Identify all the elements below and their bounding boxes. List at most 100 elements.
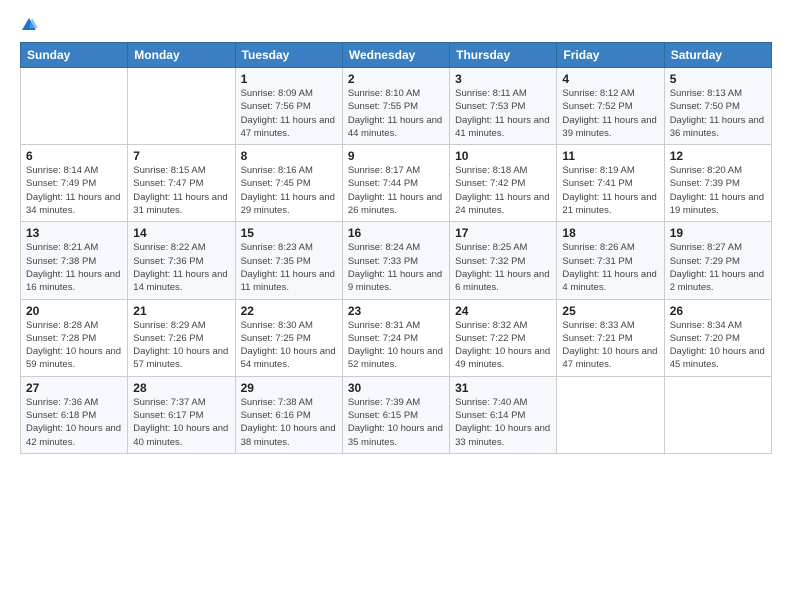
- col-saturday: Saturday: [664, 43, 771, 68]
- day-number: 31: [455, 381, 551, 395]
- day-info: Sunrise: 8:16 AMSunset: 7:45 PMDaylight:…: [241, 164, 337, 217]
- calendar-table: Sunday Monday Tuesday Wednesday Thursday…: [20, 42, 772, 454]
- day-info: Sunrise: 7:36 AMSunset: 6:18 PMDaylight:…: [26, 396, 122, 449]
- col-thursday: Thursday: [450, 43, 557, 68]
- day-number: 17: [455, 226, 551, 240]
- calendar-cell: 12Sunrise: 8:20 AMSunset: 7:39 PMDayligh…: [664, 145, 771, 222]
- day-info: Sunrise: 8:32 AMSunset: 7:22 PMDaylight:…: [455, 319, 551, 372]
- day-number: 4: [562, 72, 658, 86]
- calendar-cell: 31Sunrise: 7:40 AMSunset: 6:14 PMDayligh…: [450, 376, 557, 453]
- calendar-cell: 28Sunrise: 7:37 AMSunset: 6:17 PMDayligh…: [128, 376, 235, 453]
- day-number: 24: [455, 304, 551, 318]
- day-info: Sunrise: 8:15 AMSunset: 7:47 PMDaylight:…: [133, 164, 229, 217]
- header-row: Sunday Monday Tuesday Wednesday Thursday…: [21, 43, 772, 68]
- page: Sunday Monday Tuesday Wednesday Thursday…: [0, 0, 792, 612]
- calendar-week-3: 13Sunrise: 8:21 AMSunset: 7:38 PMDayligh…: [21, 222, 772, 299]
- day-info: Sunrise: 8:13 AMSunset: 7:50 PMDaylight:…: [670, 87, 766, 140]
- calendar-cell: 5Sunrise: 8:13 AMSunset: 7:50 PMDaylight…: [664, 68, 771, 145]
- day-number: 7: [133, 149, 229, 163]
- day-number: 16: [348, 226, 444, 240]
- day-info: Sunrise: 7:38 AMSunset: 6:16 PMDaylight:…: [241, 396, 337, 449]
- day-number: 11: [562, 149, 658, 163]
- day-number: 3: [455, 72, 551, 86]
- day-info: Sunrise: 8:26 AMSunset: 7:31 PMDaylight:…: [562, 241, 658, 294]
- day-info: Sunrise: 8:30 AMSunset: 7:25 PMDaylight:…: [241, 319, 337, 372]
- day-info: Sunrise: 8:25 AMSunset: 7:32 PMDaylight:…: [455, 241, 551, 294]
- day-number: 21: [133, 304, 229, 318]
- day-number: 19: [670, 226, 766, 240]
- calendar-cell: 8Sunrise: 8:16 AMSunset: 7:45 PMDaylight…: [235, 145, 342, 222]
- day-info: Sunrise: 8:14 AMSunset: 7:49 PMDaylight:…: [26, 164, 122, 217]
- day-number: 15: [241, 226, 337, 240]
- calendar-cell: 21Sunrise: 8:29 AMSunset: 7:26 PMDayligh…: [128, 299, 235, 376]
- calendar-cell: [21, 68, 128, 145]
- calendar-cell: 14Sunrise: 8:22 AMSunset: 7:36 PMDayligh…: [128, 222, 235, 299]
- header: [20, 16, 772, 34]
- col-sunday: Sunday: [21, 43, 128, 68]
- day-number: 2: [348, 72, 444, 86]
- day-number: 18: [562, 226, 658, 240]
- day-number: 28: [133, 381, 229, 395]
- day-info: Sunrise: 8:20 AMSunset: 7:39 PMDaylight:…: [670, 164, 766, 217]
- calendar-week-1: 1Sunrise: 8:09 AMSunset: 7:56 PMDaylight…: [21, 68, 772, 145]
- day-info: Sunrise: 8:11 AMSunset: 7:53 PMDaylight:…: [455, 87, 551, 140]
- col-friday: Friday: [557, 43, 664, 68]
- calendar-cell: 15Sunrise: 8:23 AMSunset: 7:35 PMDayligh…: [235, 222, 342, 299]
- calendar-cell: 1Sunrise: 8:09 AMSunset: 7:56 PMDaylight…: [235, 68, 342, 145]
- day-number: 9: [348, 149, 444, 163]
- calendar-cell: 7Sunrise: 8:15 AMSunset: 7:47 PMDaylight…: [128, 145, 235, 222]
- calendar-cell: 16Sunrise: 8:24 AMSunset: 7:33 PMDayligh…: [342, 222, 449, 299]
- day-info: Sunrise: 8:21 AMSunset: 7:38 PMDaylight:…: [26, 241, 122, 294]
- day-number: 14: [133, 226, 229, 240]
- calendar-cell: 23Sunrise: 8:31 AMSunset: 7:24 PMDayligh…: [342, 299, 449, 376]
- day-info: Sunrise: 8:22 AMSunset: 7:36 PMDaylight:…: [133, 241, 229, 294]
- logo-icon: [20, 16, 38, 34]
- day-info: Sunrise: 8:27 AMSunset: 7:29 PMDaylight:…: [670, 241, 766, 294]
- day-info: Sunrise: 8:12 AMSunset: 7:52 PMDaylight:…: [562, 87, 658, 140]
- col-wednesday: Wednesday: [342, 43, 449, 68]
- day-info: Sunrise: 8:17 AMSunset: 7:44 PMDaylight:…: [348, 164, 444, 217]
- calendar-header: Sunday Monday Tuesday Wednesday Thursday…: [21, 43, 772, 68]
- calendar-cell: [128, 68, 235, 145]
- day-info: Sunrise: 8:19 AMSunset: 7:41 PMDaylight:…: [562, 164, 658, 217]
- calendar-body: 1Sunrise: 8:09 AMSunset: 7:56 PMDaylight…: [21, 68, 772, 454]
- calendar-cell: 19Sunrise: 8:27 AMSunset: 7:29 PMDayligh…: [664, 222, 771, 299]
- calendar-cell: 22Sunrise: 8:30 AMSunset: 7:25 PMDayligh…: [235, 299, 342, 376]
- day-number: 29: [241, 381, 337, 395]
- calendar-cell: 6Sunrise: 8:14 AMSunset: 7:49 PMDaylight…: [21, 145, 128, 222]
- day-number: 8: [241, 149, 337, 163]
- calendar-week-4: 20Sunrise: 8:28 AMSunset: 7:28 PMDayligh…: [21, 299, 772, 376]
- day-info: Sunrise: 8:29 AMSunset: 7:26 PMDaylight:…: [133, 319, 229, 372]
- calendar-cell: 11Sunrise: 8:19 AMSunset: 7:41 PMDayligh…: [557, 145, 664, 222]
- day-number: 22: [241, 304, 337, 318]
- calendar-cell: 24Sunrise: 8:32 AMSunset: 7:22 PMDayligh…: [450, 299, 557, 376]
- day-info: Sunrise: 8:18 AMSunset: 7:42 PMDaylight:…: [455, 164, 551, 217]
- calendar-cell: [557, 376, 664, 453]
- calendar-week-5: 27Sunrise: 7:36 AMSunset: 6:18 PMDayligh…: [21, 376, 772, 453]
- calendar-cell: 25Sunrise: 8:33 AMSunset: 7:21 PMDayligh…: [557, 299, 664, 376]
- day-number: 20: [26, 304, 122, 318]
- day-info: Sunrise: 8:23 AMSunset: 7:35 PMDaylight:…: [241, 241, 337, 294]
- day-info: Sunrise: 8:34 AMSunset: 7:20 PMDaylight:…: [670, 319, 766, 372]
- day-info: Sunrise: 7:40 AMSunset: 6:14 PMDaylight:…: [455, 396, 551, 449]
- day-info: Sunrise: 8:28 AMSunset: 7:28 PMDaylight:…: [26, 319, 122, 372]
- day-info: Sunrise: 7:37 AMSunset: 6:17 PMDaylight:…: [133, 396, 229, 449]
- calendar-cell: 18Sunrise: 8:26 AMSunset: 7:31 PMDayligh…: [557, 222, 664, 299]
- day-number: 13: [26, 226, 122, 240]
- day-info: Sunrise: 8:09 AMSunset: 7:56 PMDaylight:…: [241, 87, 337, 140]
- day-info: Sunrise: 8:31 AMSunset: 7:24 PMDaylight:…: [348, 319, 444, 372]
- day-number: 25: [562, 304, 658, 318]
- day-number: 1: [241, 72, 337, 86]
- day-info: Sunrise: 8:33 AMSunset: 7:21 PMDaylight:…: [562, 319, 658, 372]
- day-number: 27: [26, 381, 122, 395]
- day-info: Sunrise: 8:10 AMSunset: 7:55 PMDaylight:…: [348, 87, 444, 140]
- calendar-cell: 20Sunrise: 8:28 AMSunset: 7:28 PMDayligh…: [21, 299, 128, 376]
- calendar-cell: 3Sunrise: 8:11 AMSunset: 7:53 PMDaylight…: [450, 68, 557, 145]
- calendar-cell: 17Sunrise: 8:25 AMSunset: 7:32 PMDayligh…: [450, 222, 557, 299]
- calendar-cell: 13Sunrise: 8:21 AMSunset: 7:38 PMDayligh…: [21, 222, 128, 299]
- calendar-cell: 26Sunrise: 8:34 AMSunset: 7:20 PMDayligh…: [664, 299, 771, 376]
- logo: [20, 16, 40, 34]
- day-number: 26: [670, 304, 766, 318]
- calendar-cell: 2Sunrise: 8:10 AMSunset: 7:55 PMDaylight…: [342, 68, 449, 145]
- day-number: 12: [670, 149, 766, 163]
